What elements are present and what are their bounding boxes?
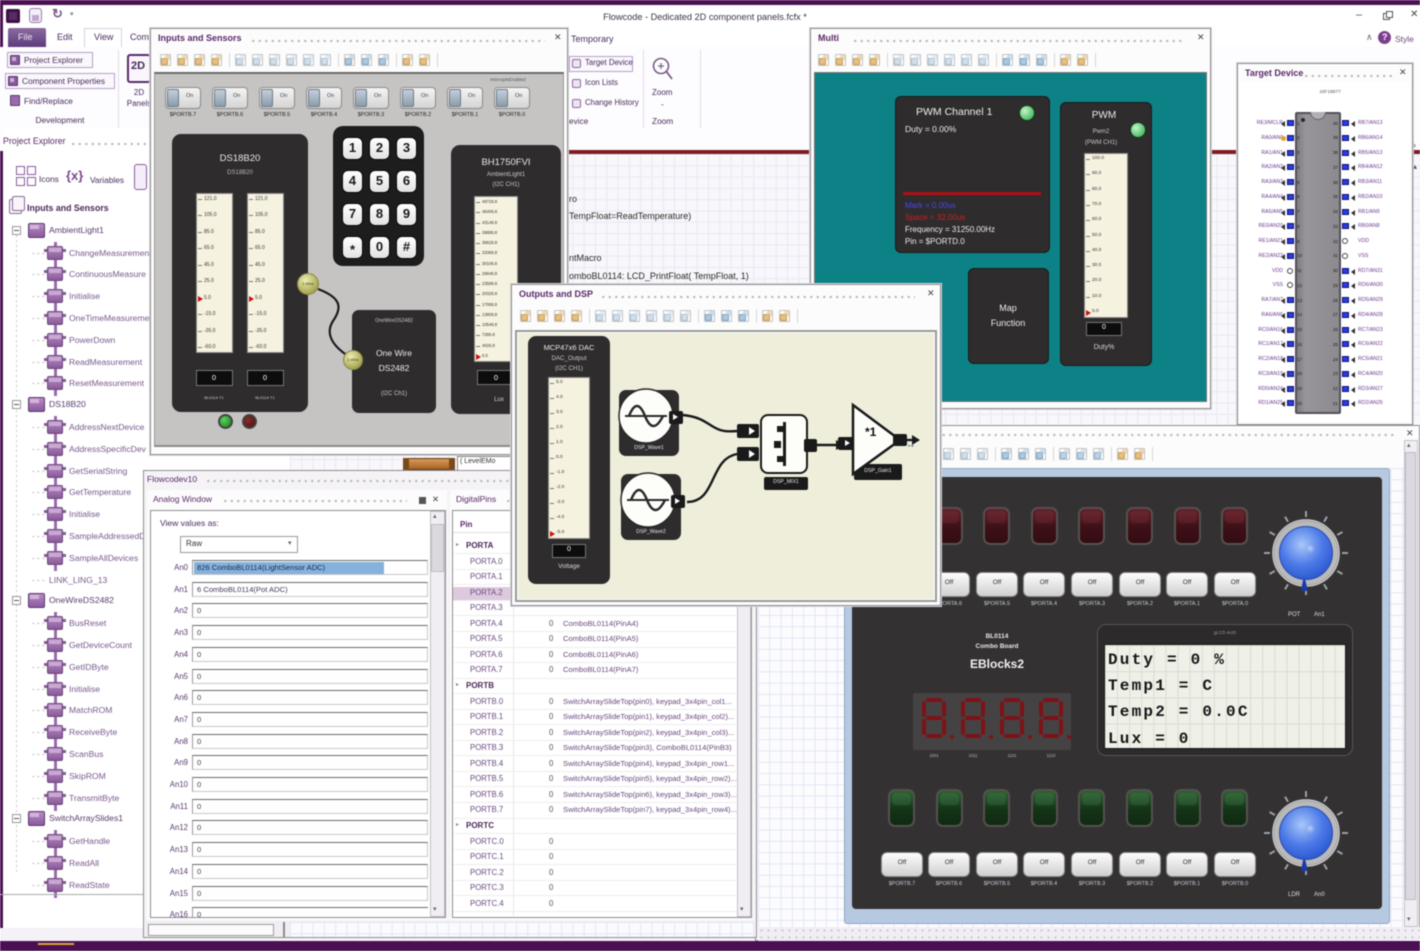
svg-text:*1: *1: [865, 425, 877, 439]
